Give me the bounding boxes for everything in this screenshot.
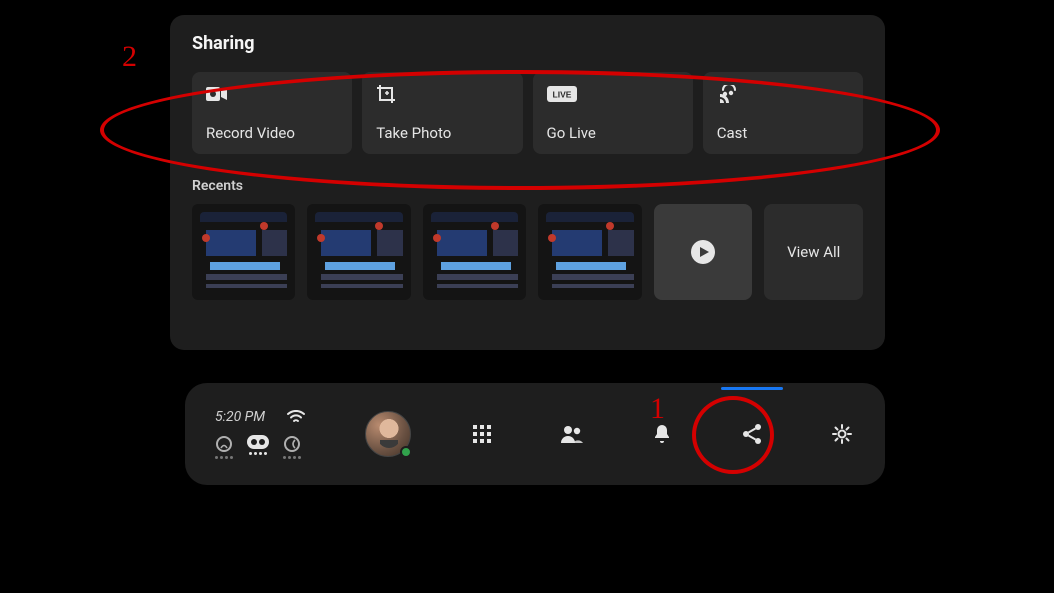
view-all-label: View All — [787, 243, 840, 261]
play-icon — [690, 239, 716, 265]
sharing-tiles: Record Video Take Photo LIVE Go Live — [192, 72, 863, 154]
view-all-button[interactable]: View All — [764, 204, 863, 300]
quick-action-2[interactable] — [247, 435, 269, 459]
dock-status: 5:20 PM — [215, 409, 335, 459]
people-icon — [560, 424, 584, 444]
go-live-tile[interactable]: LIVE Go Live — [533, 72, 693, 154]
recents-title: Recents — [192, 178, 863, 194]
quick-action-3[interactable] — [283, 435, 301, 459]
cast-tile[interactable]: Cast — [703, 72, 863, 154]
clock: 5:20 PM — [215, 409, 265, 425]
apps-button[interactable] — [467, 419, 497, 449]
quick-action-1[interactable] — [215, 435, 233, 459]
gear-icon — [831, 423, 853, 445]
recent-thumb[interactable] — [423, 204, 526, 300]
people-button[interactable] — [557, 419, 587, 449]
recents-row: View All — [192, 204, 863, 300]
annotation-number-2: 2 — [122, 40, 137, 74]
tile-label: Go Live — [547, 124, 679, 142]
recent-thumb[interactable] — [538, 204, 641, 300]
recent-thumb[interactable] — [307, 204, 410, 300]
tile-label: Take Photo — [376, 124, 508, 142]
svg-text:LIVE: LIVE — [552, 90, 571, 100]
recent-thumb[interactable] — [192, 204, 295, 300]
share-icon — [742, 423, 762, 445]
profile-button[interactable] — [365, 411, 411, 457]
dock-nav — [467, 419, 867, 449]
live-badge-icon: LIVE — [547, 84, 679, 104]
bell-icon — [653, 424, 671, 444]
apps-grid-icon — [472, 424, 492, 444]
share-button[interactable] — [737, 419, 767, 449]
settings-button[interactable] — [827, 419, 857, 449]
videocam-icon — [206, 84, 338, 104]
sharing-panel: Sharing Record Video Take Photo — [170, 15, 885, 350]
sharing-title: Sharing — [192, 33, 863, 54]
play-recent-button[interactable] — [654, 204, 753, 300]
presence-dot — [400, 446, 412, 458]
wifi-icon — [287, 410, 305, 424]
notifications-button[interactable] — [647, 419, 677, 449]
system-dock: 5:20 PM — [185, 383, 885, 485]
crop-add-icon — [376, 84, 508, 104]
tile-label: Record Video — [206, 124, 338, 142]
cast-icon — [717, 84, 849, 104]
tile-label: Cast — [717, 124, 849, 142]
record-video-tile[interactable]: Record Video — [192, 72, 352, 154]
take-photo-tile[interactable]: Take Photo — [362, 72, 522, 154]
